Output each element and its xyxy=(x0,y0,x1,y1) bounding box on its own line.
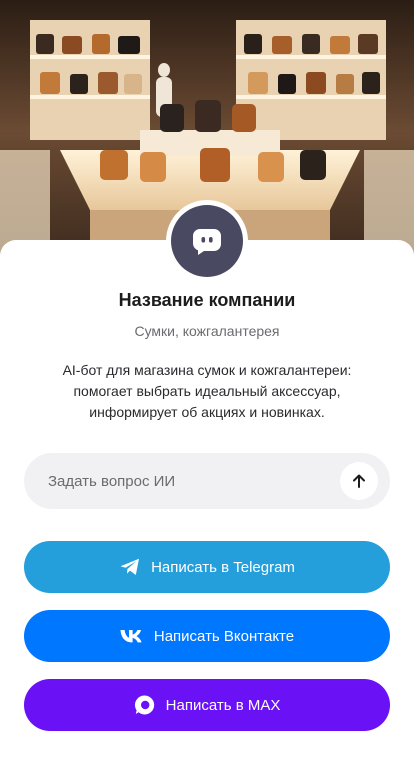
send-button[interactable] xyxy=(340,462,378,500)
company-category: Сумки, кожгалантерея xyxy=(134,323,280,339)
vk-button[interactable]: Написать Вконтакте xyxy=(24,610,390,662)
company-description: AI-бот для магазина сумок и кожгалантере… xyxy=(62,362,352,420)
vk-button-label: Написать Вконтакте xyxy=(153,627,295,645)
avatar-circle xyxy=(171,205,243,277)
vk-icon xyxy=(120,629,144,643)
avatar xyxy=(166,200,248,282)
max-icon xyxy=(134,694,156,716)
telegram-button-label: Написать в Telegram xyxy=(151,558,295,576)
arrow-up-icon xyxy=(353,474,365,488)
max-button[interactable]: Написать в MAX xyxy=(24,679,390,731)
telegram-button[interactable]: Написать в Telegram xyxy=(24,541,390,593)
ask-ai-field xyxy=(24,453,390,509)
telegram-icon xyxy=(119,557,141,577)
ask-ai-input[interactable] xyxy=(48,472,340,490)
max-button-label: Написать в MAX xyxy=(165,696,281,714)
company-name: Название компании xyxy=(118,290,296,310)
chat-bot-icon xyxy=(193,229,221,255)
